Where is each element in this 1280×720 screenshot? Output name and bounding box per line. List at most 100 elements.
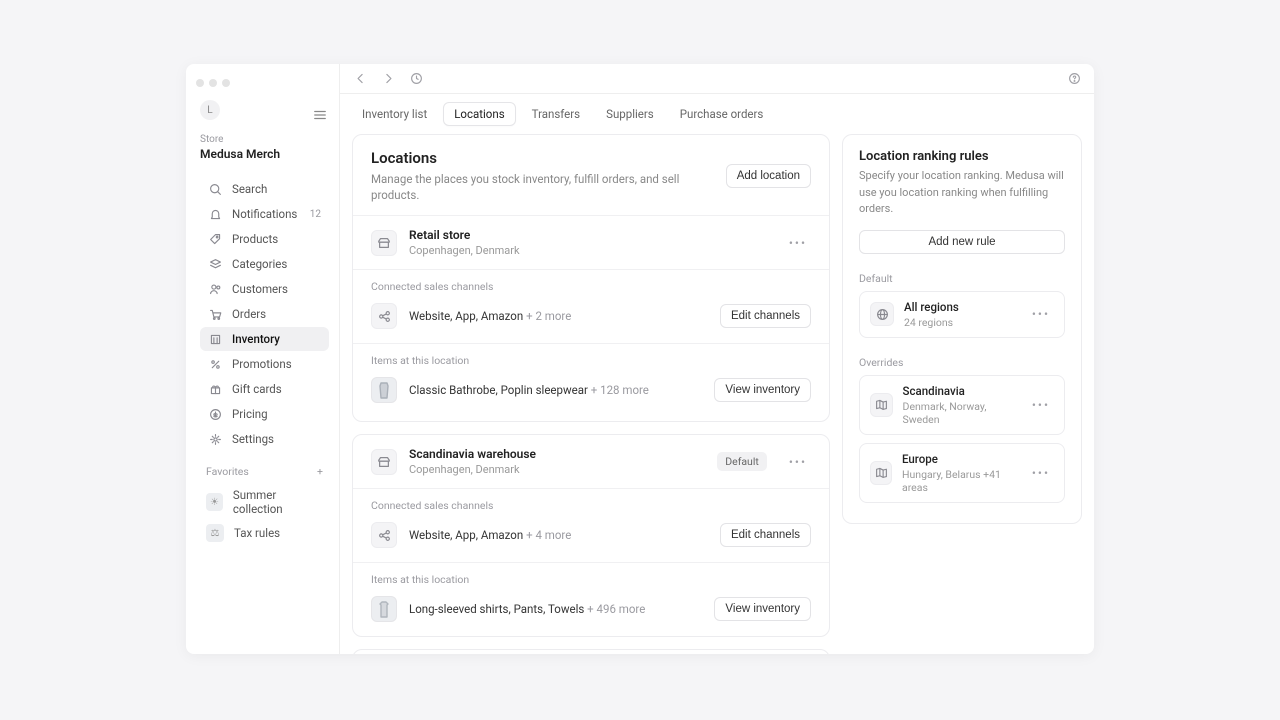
default-badge: Default <box>717 452 767 471</box>
store-label: Store <box>200 134 329 145</box>
tab-suppliers[interactable]: Suppliers <box>596 103 664 125</box>
rule-card[interactable]: Europe Hungary, Belarus +41 areas ••• <box>859 443 1065 503</box>
rule-menu-button[interactable]: ••• <box>1028 398 1054 412</box>
ranking-title: Location ranking rules <box>843 135 1081 168</box>
channels-section: Connected sales channels Website, App, A… <box>353 488 829 562</box>
sidebar-item-label: Settings <box>232 432 274 446</box>
locations-column: Locations Manage the places you stock in… <box>352 134 830 654</box>
location-address: Copenhagen, Denmark <box>409 463 536 476</box>
sidebar-item-label: Promotions <box>232 357 292 371</box>
tag-icon <box>208 232 222 246</box>
sidebar-item-orders[interactable]: Orders <box>200 302 329 326</box>
edit-channels-button[interactable]: Edit channels <box>720 304 811 328</box>
avatar[interactable]: L <box>200 100 220 120</box>
layers-icon <box>208 257 222 271</box>
bell-icon <box>208 207 222 221</box>
rule-menu-button[interactable]: ••• <box>1028 307 1054 321</box>
location-card: Scandinavia warehouse Copenhagen, Denmar… <box>352 434 830 637</box>
location-menu-button[interactable]: ••• <box>785 455 811 469</box>
items-label: Items at this location <box>371 573 811 586</box>
rule-name: Europe <box>902 452 1018 466</box>
location-name: Retail store <box>409 228 520 242</box>
channels-label: Connected sales channels <box>371 499 811 512</box>
sidebar: L Store Medusa Merch Search Notification… <box>186 64 340 654</box>
rule-sub: Hungary, Belarus +41 areas <box>902 468 1018 494</box>
location-card: Europe warehouse <box>352 649 830 654</box>
tab-inventory-list[interactable]: Inventory list <box>352 103 437 125</box>
favorite-item[interactable]: ☀ Summer collection <box>200 484 329 520</box>
cart-icon <box>208 307 222 321</box>
map-icon <box>870 461 892 485</box>
sidebar-item-label: Orders <box>232 307 266 321</box>
items-text: Classic Bathrobe, Poplin sleepwear + 128… <box>409 383 649 397</box>
channels-icon <box>371 303 397 329</box>
nav-forward-button[interactable] <box>380 71 396 87</box>
product-thumb <box>371 596 397 622</box>
rule-name: All regions <box>904 300 959 314</box>
page-subtitle: Manage the places you stock inventory, f… <box>371 171 726 203</box>
sidebar-item-promotions[interactable]: Promotions <box>200 352 329 376</box>
dollar-icon <box>208 407 222 421</box>
items-section: Items at this location Classic Bathrobe,… <box>353 343 829 417</box>
rule-card[interactable]: All regions 24 regions ••• <box>859 291 1065 338</box>
items-label: Items at this location <box>371 354 811 367</box>
location-address: Copenhagen, Denmark <box>409 244 520 257</box>
locations-header-panel: Locations Manage the places you stock in… <box>352 134 830 422</box>
rule-card[interactable]: Scandinavia Denmark, Norway, Sweden ••• <box>859 375 1065 435</box>
nav-back-button[interactable] <box>352 71 368 87</box>
app-window: L Store Medusa Merch Search Notification… <box>186 64 1094 654</box>
rule-name: Scandinavia <box>903 384 1018 398</box>
store-icon <box>371 449 397 475</box>
sidebar-item-categories[interactable]: Categories <box>200 252 329 276</box>
content: Locations Manage the places you stock in… <box>340 134 1094 654</box>
sidebar-item-settings[interactable]: Settings <box>200 427 329 451</box>
rule-sub: 24 regions <box>904 316 959 329</box>
inventory-tabs: Inventory list Locations Transfers Suppl… <box>340 94 1094 134</box>
tab-transfers[interactable]: Transfers <box>522 103 590 125</box>
location-row: Retail store Copenhagen, Denmark ••• <box>353 216 829 269</box>
sidebar-item-search[interactable]: Search <box>200 177 329 201</box>
main: Inventory list Locations Transfers Suppl… <box>340 64 1094 654</box>
ranking-subtitle: Specify your location ranking. Medusa wi… <box>843 168 1081 230</box>
sidebar-item-label: Search <box>232 182 267 196</box>
sidebar-item-notifications[interactable]: Notifications 12 <box>200 202 329 226</box>
sidebar-item-inventory[interactable]: Inventory <box>200 327 329 351</box>
tab-locations[interactable]: Locations <box>443 102 515 126</box>
location-menu-button[interactable]: ••• <box>785 236 811 250</box>
help-button[interactable] <box>1066 71 1082 87</box>
add-favorite-button[interactable]: + <box>317 465 323 478</box>
tab-purchase-orders[interactable]: Purchase orders <box>670 103 774 125</box>
items-section: Items at this location Long-sleeved shir… <box>353 562 829 636</box>
sidebar-item-gift-cards[interactable]: Gift cards <box>200 377 329 401</box>
channels-label: Connected sales channels <box>371 280 811 293</box>
percent-icon <box>208 357 222 371</box>
product-thumb <box>371 377 397 403</box>
view-inventory-button[interactable]: View inventory <box>714 597 811 621</box>
location-name: Scandinavia warehouse <box>409 447 536 461</box>
favorite-item[interactable]: ⚖ Tax rules <box>200 520 329 546</box>
add-location-button[interactable]: Add location <box>726 164 811 188</box>
overrides-section-label: Overrides <box>843 346 1081 375</box>
sidebar-collapse-button[interactable] <box>311 106 329 124</box>
channels-text: Website, App, Amazon + 2 more <box>409 309 571 323</box>
sidebar-item-customers[interactable]: Customers <box>200 277 329 301</box>
default-section-label: Default <box>843 262 1081 291</box>
rule-menu-button[interactable]: ••• <box>1028 466 1054 480</box>
favorite-label: Summer collection <box>233 488 323 516</box>
sidebar-item-products[interactable]: Products <box>200 227 329 251</box>
gift-icon <box>208 382 222 396</box>
add-rule-button[interactable]: Add new rule <box>859 230 1065 254</box>
edit-channels-button[interactable]: Edit channels <box>720 523 811 547</box>
store-icon <box>371 230 397 256</box>
view-inventory-button[interactable]: View inventory <box>714 378 811 402</box>
notification-count: 12 <box>310 209 321 220</box>
rule-sub: Denmark, Norway, Sweden <box>903 400 1018 426</box>
sidebar-item-label: Inventory <box>232 332 280 346</box>
users-icon <box>208 282 222 296</box>
sidebar-item-pricing[interactable]: Pricing <box>200 402 329 426</box>
history-button[interactable] <box>408 71 424 87</box>
page-title: Locations <box>371 149 726 167</box>
items-text: Long-sleeved shirts, Pants, Towels + 496… <box>409 602 645 616</box>
channels-section: Connected sales channels Website, App, A… <box>353 269 829 343</box>
store-name: Medusa Merch <box>200 147 329 161</box>
